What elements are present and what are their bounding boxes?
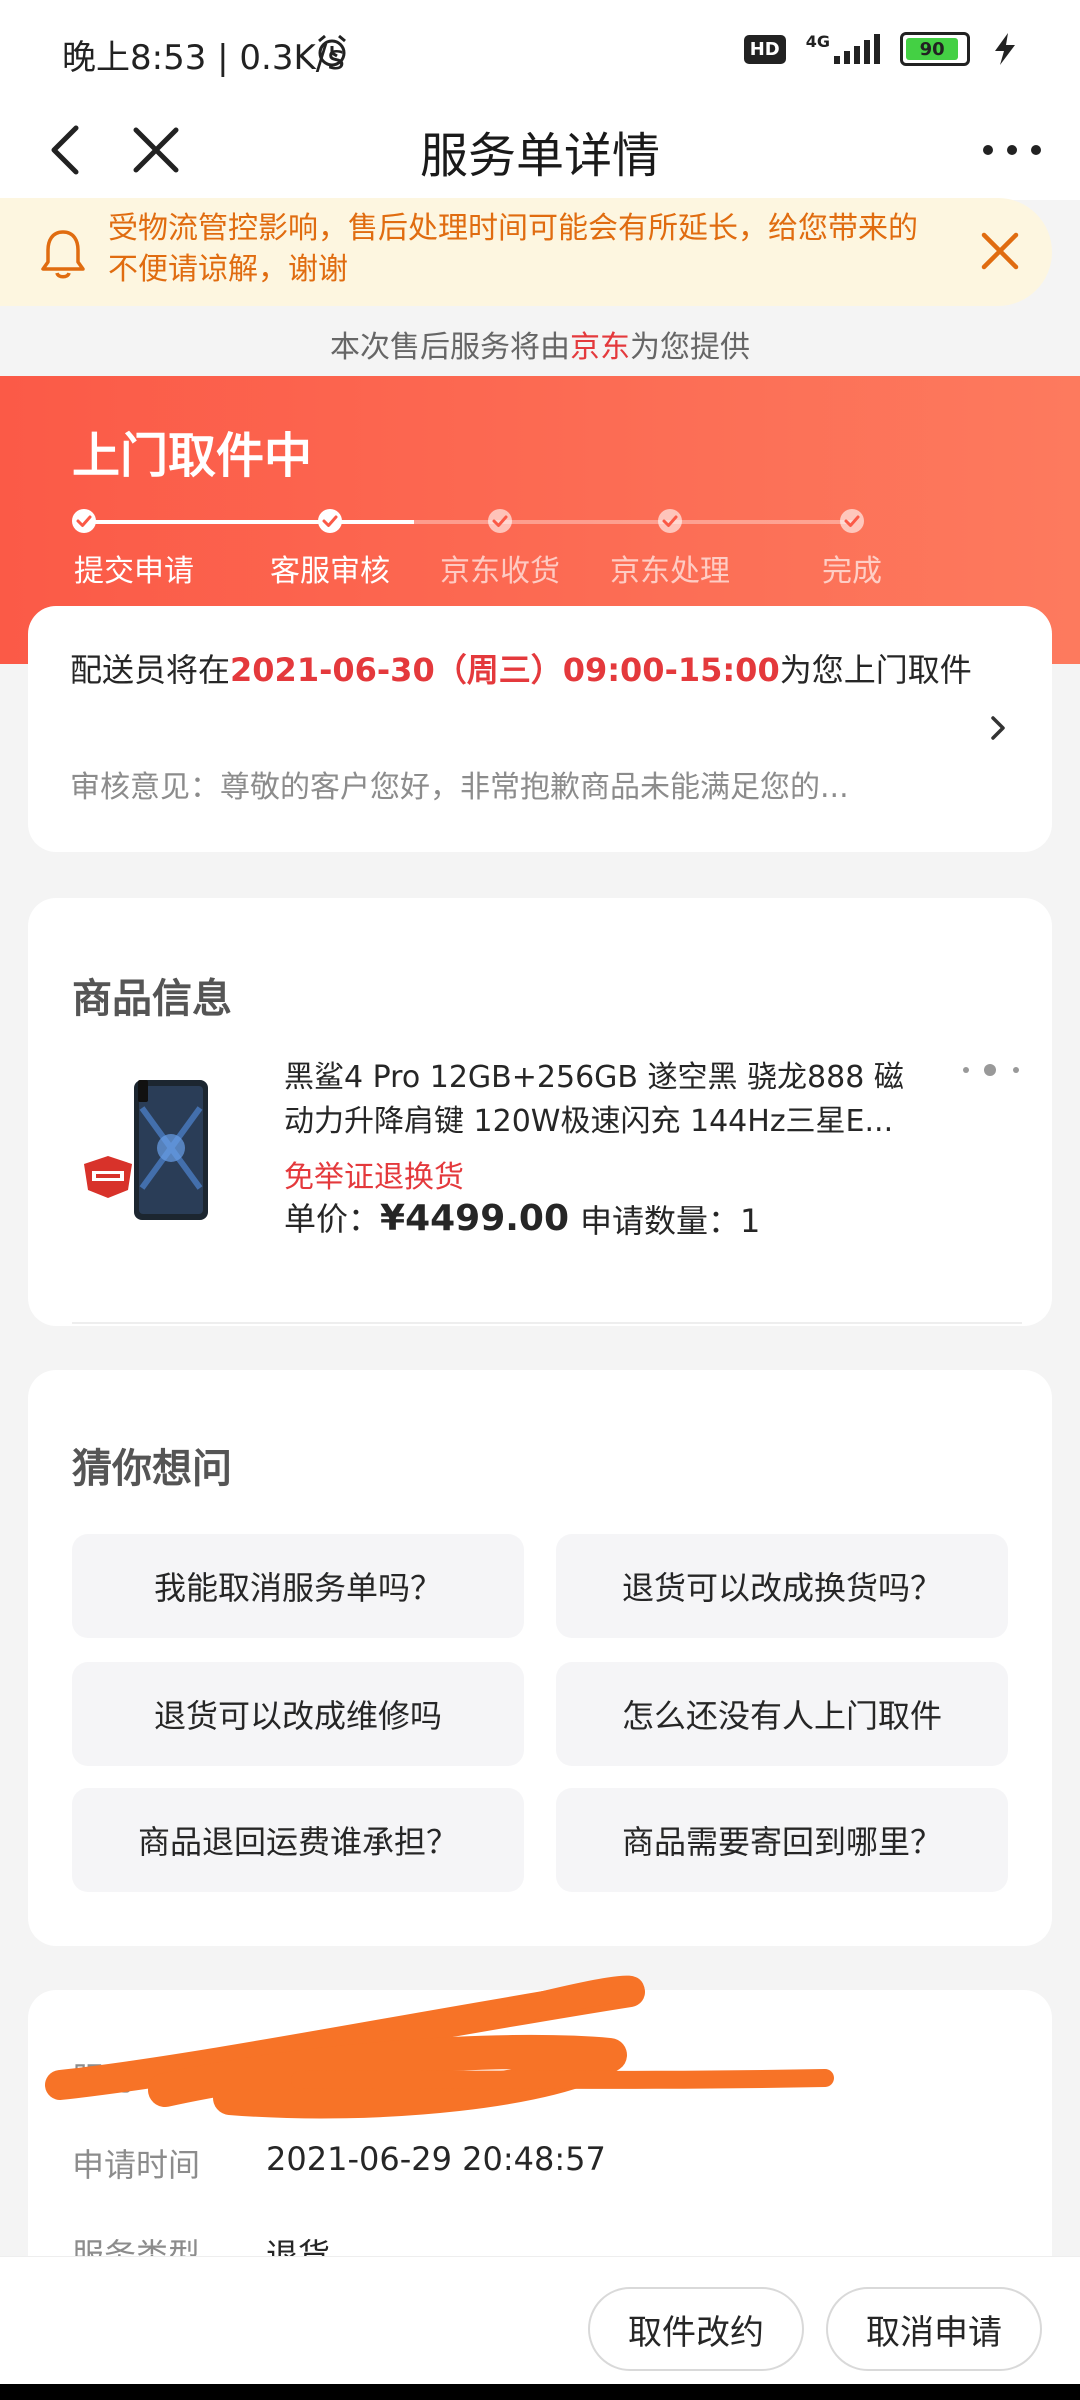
system-nav-strip [0, 2384, 1080, 2400]
reschedule-pickup-button[interactable]: 取件改约 [588, 2287, 804, 2371]
progress-track-done [84, 520, 414, 524]
step-label: 提交申请 [74, 554, 194, 589]
qty-label: 申请数量： [580, 1202, 741, 1240]
step-label: 京东收货 [440, 554, 560, 589]
faq-section-title: 猜你想问 [72, 1446, 232, 1492]
pickup-time: 2021-06-30（周三）09:00-15:00 [230, 651, 780, 689]
faq-question-repair[interactable]: 退货可以改成维修吗 [72, 1662, 524, 1766]
step-label: 完成 [822, 554, 882, 589]
battery-icon: 90 [900, 32, 970, 66]
product-quantity: 申请数量：1 [580, 1196, 760, 1242]
qty-value: 1 [740, 1202, 761, 1240]
pickup-suffix: 为您上门取件 [779, 651, 972, 689]
price-value: ¥4499.00 [380, 1198, 570, 1239]
hd-badge: HD [743, 34, 786, 64]
more-dots-icon [963, 1064, 1019, 1076]
price-label: 单价： [284, 1200, 381, 1238]
bottom-action-bar: 取件改约 取消申请 [0, 2256, 1080, 2400]
signal-icon [834, 34, 880, 64]
notice-close-button[interactable] [975, 226, 1025, 276]
step-check-icon [69, 506, 99, 536]
faq-question-exchange[interactable]: 退货可以改成换货吗？ [556, 1534, 1008, 1638]
review-opinion: 审核意见：尊敬的客户您好，非常抱歉商品未能满足您的... [70, 770, 849, 805]
promo-badge-icon [84, 1156, 132, 1198]
service-provider: 本次售后服务将由京东为您提供 [0, 322, 1080, 366]
product-tag: 免举证退换货 [284, 1160, 464, 1195]
close-icon [981, 232, 1019, 270]
more-dots-icon [983, 145, 1041, 155]
more-button[interactable] [972, 114, 1052, 184]
faq-question-pickup[interactable]: 怎么还没有人上门取件 [556, 1662, 1008, 1766]
product-image[interactable] [78, 1068, 238, 1228]
product-section-title: 商品信息 [72, 976, 232, 1022]
status-time-speed: 晚上8:53 | 0.3K/s [62, 38, 345, 78]
status-bar: 晚上8:53 | 0.3K/s HD 4G 90 [0, 0, 1080, 100]
battery-level: 90 [906, 38, 959, 60]
divider [72, 1322, 1022, 1324]
step-check-icon [655, 506, 685, 536]
page: 晚上8:53 | 0.3K/s HD 4G 90 服务单详情 受物流管控影响，售… [0, 0, 1080, 2400]
faq-card: 猜你想问 我能取消服务单吗？ 退货可以改成换货吗？ 退货可以改成维修吗 怎么还没… [28, 1370, 1052, 1946]
pickup-info: 配送员将在2021-06-30（周三）09:00-15:00为您上门取件 [70, 650, 1000, 691]
status-title: 上门取件中 [72, 428, 313, 484]
pickup-prefix: 配送员将在 [70, 651, 231, 689]
page-title: 服务单详情 [419, 128, 660, 184]
bell-icon [38, 226, 88, 282]
notice-text: 受物流管控影响，售后处理时间可能会有所延长，给您带来的不便请谅解，谢谢 [108, 211, 918, 287]
nav-bar: 服务单详情 [0, 100, 1080, 200]
product-more-button[interactable] [958, 1058, 1028, 1082]
chevron-right-icon [983, 708, 1013, 748]
cancel-application-button[interactable]: 取消申请 [826, 2287, 1042, 2371]
faq-question-shipping-fee[interactable]: 商品退回运费谁承担？ [72, 1788, 524, 1892]
alarm-icon [314, 33, 350, 69]
step-check-icon [837, 506, 867, 536]
product-card: 商品信息 黑鲨4 Pro 12GB+256GB 遂空黑 骁龙888 磁动力升降肩… [28, 898, 1052, 1326]
step-label: 京东处理 [610, 554, 730, 589]
step-label: 客服审核 [270, 554, 390, 589]
charging-icon [990, 32, 1020, 66]
faq-question-cancel[interactable]: 我能取消服务单吗？ [72, 1534, 524, 1638]
product-name[interactable]: 黑鲨4 Pro 12GB+256GB 遂空黑 骁龙888 磁动力升降肩键 120… [284, 1056, 924, 1144]
service-number-label: 服务单号 [72, 2060, 201, 2098]
provider-prefix: 本次售后服务将由 [330, 330, 570, 365]
status-icons: HD 4G 90 [743, 32, 1020, 66]
faq-question-return-address[interactable]: 商品需要寄回到哪里？ [556, 1788, 1008, 1892]
provider-suffix: 为您提供 [630, 330, 750, 365]
apply-time-value: 2021-06-29 20:48:57 [266, 2140, 606, 2178]
step-check-icon [315, 506, 345, 536]
network-type: 4G [805, 32, 830, 51]
product-price: 单价：¥4499.00 [284, 1194, 569, 1240]
notice-banner: 受物流管控影响，售后处理时间可能会有所延长，给您带来的不便请谅解，谢谢 [0, 198, 1052, 306]
pickup-card[interactable]: 配送员将在2021-06-30（周三）09:00-15:00为您上门取件 审核意… [28, 606, 1052, 852]
apply-time-label: 申请时间 [72, 2146, 201, 2184]
provider-name[interactable]: 京东 [570, 330, 630, 365]
step-check-icon [485, 506, 515, 536]
